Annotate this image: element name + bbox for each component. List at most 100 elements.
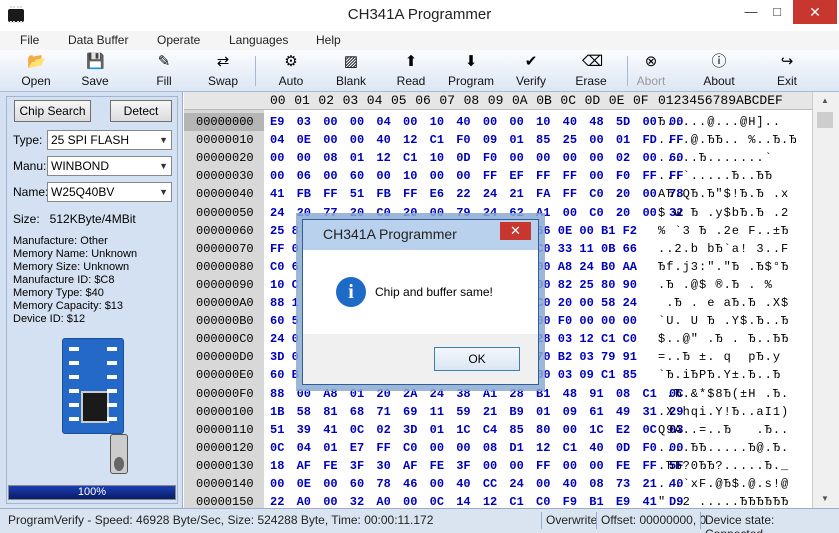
hex-byte[interactable]: 66 0E 00 B1 F2 [536,222,637,240]
row-ascii: % `3 Ђ .2e F..±Ђ [658,223,790,238]
row-address: 00000010 [196,133,254,148]
swap-button[interactable]: ⇄ Swap [196,52,250,90]
chip-info-item: Manufacture ID: $C8 [13,274,115,286]
hex-bytes[interactable]: 51 39 41 0C 02 3D 01 1C C4 85 80 00 1C E… [270,421,683,439]
hex-row[interactable]: 00000000 E9 03 00 00 04 00 10 40 00 00 10… [184,113,812,131]
chip-search-button[interactable]: Chip Search [14,100,91,122]
name-select[interactable]: W25Q40BV ▼ [47,182,172,202]
toolbar-label: Abort [636,74,666,88]
hex-byte[interactable]: 28 03 12 C1 C0 [536,330,637,348]
row-ascii: .Ђ . e aЂ.Ђ .X$ [658,296,790,310]
type-select[interactable]: 25 SPI FLASH ▼ [47,130,172,150]
hex-bytes[interactable]: E9 03 00 00 04 00 10 40 00 00 10 40 48 5… [270,113,683,131]
row-address: 000000C0 [196,332,254,347]
hex-byte[interactable]: 00 F0 00 00 00 [536,312,637,330]
hex-row[interactable]: 00000140 00 0E 00 60 78 46 00 40 CC 24 00… [184,475,812,493]
toolbar-label: Fill [156,74,172,88]
hex-bytes[interactable]: 18 AF FE 3F 30 AF FE 3F 00 00 FF 00 00 F… [270,457,683,475]
maximize-button[interactable]: □ [764,0,790,24]
toolbar-label: Verify [515,74,546,88]
hex-row[interactable]: 00000130 18 AF FE 3F 30 AF FE 3F 00 00 FF… [184,457,812,475]
hex-byte[interactable]: 60 B [270,366,299,384]
blank-button[interactable]: ▨ Blank [324,52,378,90]
manu-select[interactable]: WINBOND ▼ [47,156,172,176]
hex-row[interactable]: 00000010 04 0E 00 00 40 12 C1 F0 09 01 85… [184,131,812,149]
fill-button[interactable]: ✎ Fill [137,52,191,90]
row-address: 00000040 [196,187,254,202]
socket-lever-image [110,434,128,474]
hex-row[interactable]: 000000F0 88 00 A8 01 20 2A 24 38 A1 28 B1… [184,385,812,403]
menu-help[interactable]: Help [316,33,341,47]
status-mode: Overwrite [546,513,598,527]
detect-button[interactable]: Detect [110,100,172,122]
hex-bytes[interactable]: 00 0E 00 60 78 46 00 40 CC 24 00 40 08 7… [270,475,683,493]
hex-byte[interactable]: 70 B2 03 79 91 [536,348,637,366]
socket-pin [69,417,79,421]
hex-row[interactable]: 00000040 41 FB FF 51 FB FF E6 22 24 21 FA… [184,185,812,203]
manu-label: Manu: [13,159,47,173]
hex-byte[interactable]: 10 C [270,276,299,294]
hex-byte[interactable]: 3D 0 [270,348,299,366]
read-button[interactable]: ⬆ Read [384,52,438,90]
hex-byte[interactable]: 25 8 [270,222,299,240]
hex-byte[interactable]: 00 A8 24 B0 AA [536,258,637,276]
toolbar-label: Swap [207,74,239,88]
verify-button[interactable]: ✔ Verify [504,52,558,90]
hex-bytes[interactable]: 41 FB FF 51 FB FF E6 22 24 21 FA FF C0 2… [270,185,683,203]
about-button[interactable]: ⓘ About [692,52,746,90]
menu-data-buffer[interactable]: Data Buffer [68,33,128,47]
erase-button[interactable]: ⌫ Erase [564,52,618,90]
auto-icon: ⚙ [284,53,298,70]
hex-row[interactable]: 00000020 00 00 08 01 12 C1 10 0D F0 00 00… [184,149,812,167]
program-button[interactable]: ⬇ Program [444,52,498,90]
close-button[interactable]: ✕ [793,0,837,24]
hex-bytes[interactable]: 00 06 00 60 00 10 00 00 FF EF FF FF 00 F… [270,167,683,185]
hex-byte[interactable]: 60 5 [270,312,299,330]
hex-bytes[interactable]: 22 A0 00 32 A0 00 0C 14 12 C1 C0 F9 B1 E… [270,493,683,508]
hex-row[interactable]: 00000150 22 A0 00 32 A0 00 0C 14 12 C1 C0… [184,493,812,508]
hex-row[interactable]: 00000100 1B 58 81 68 71 69 11 59 21 B9 01… [184,403,812,421]
open-button[interactable]: 📂 Open [9,52,63,90]
menu-languages[interactable]: Languages [229,33,288,47]
hex-bytes[interactable]: 1B 58 81 68 71 69 11 59 21 B9 01 09 61 4… [270,403,683,421]
hex-bytes[interactable]: 00 00 08 01 12 C1 10 0D F0 00 00 00 00 0… [270,149,683,167]
chip-info-item: Memory Capacity: $13 [13,300,124,312]
hex-bytes[interactable]: 88 00 A8 01 20 2A 24 38 A1 28 B1 48 91 0… [270,385,683,403]
hex-byte[interactable]: C0 33 11 0B 66 [536,240,637,258]
hex-bytes[interactable]: 0C 04 01 E7 FF C0 00 00 08 D1 12 C1 40 0… [270,439,683,457]
hex-byte[interactable]: C0 20 00 58 24 [536,294,637,312]
swap-icon: ⇄ [216,53,230,70]
hex-byte[interactable]: 88 1 [270,294,299,312]
hex-row[interactable]: 00000110 51 39 41 0C 02 3D 01 1C C4 85 80… [184,421,812,439]
chip-info-item: Memory Size: Unknown [13,261,130,273]
scroll-up-icon[interactable]: ▲ [821,96,829,105]
folder-icon: 📂 [27,53,46,70]
ok-button[interactable]: OK [434,347,520,371]
hex-column-header: 0C [560,93,576,108]
hex-byte[interactable]: 00 03 09 C1 85 [536,366,637,384]
scroll-thumb[interactable] [817,112,833,128]
hex-row[interactable]: 00000120 0C 04 01 E7 FF C0 00 00 08 D1 12… [184,439,812,457]
chip-info-item: Device ID: $12 [13,313,86,325]
socket-pin [69,403,79,407]
hex-byte[interactable]: C0 6 [270,258,299,276]
row-address: 00000140 [196,477,254,491]
hex-row[interactable]: 00000030 00 06 00 60 00 10 00 00 FF EF FF… [184,167,812,185]
menu-file[interactable]: File [20,33,39,47]
vertical-scrollbar[interactable]: ▲ ▼ [812,92,839,508]
scroll-down-icon[interactable]: ▼ [821,494,829,503]
read-icon: ⬆ [404,53,418,70]
hex-bytes[interactable]: 04 0E 00 00 40 12 C1 F0 09 01 85 25 00 0… [270,131,683,149]
hex-byte[interactable]: 00 82 25 80 90 [536,276,637,294]
hex-byte[interactable]: 24 0 [270,330,299,348]
save-button[interactable]: 💾 Save [68,52,122,90]
manu-value: WINBOND [51,159,109,173]
minimize-button[interactable]: — [738,0,764,24]
menu-operate[interactable]: Operate [157,33,200,47]
auto-button[interactable]: ⚙ Auto [264,52,318,90]
dialog-close-button[interactable]: ✕ [500,222,531,240]
row-address: 000000D0 [196,350,254,365]
message-dialog: CH341A Programmer ✕ i Chip and buffer sa… [302,219,539,385]
exit-button[interactable]: ↪ Exit [760,52,814,90]
hex-byte[interactable]: FF 0 [270,240,299,258]
